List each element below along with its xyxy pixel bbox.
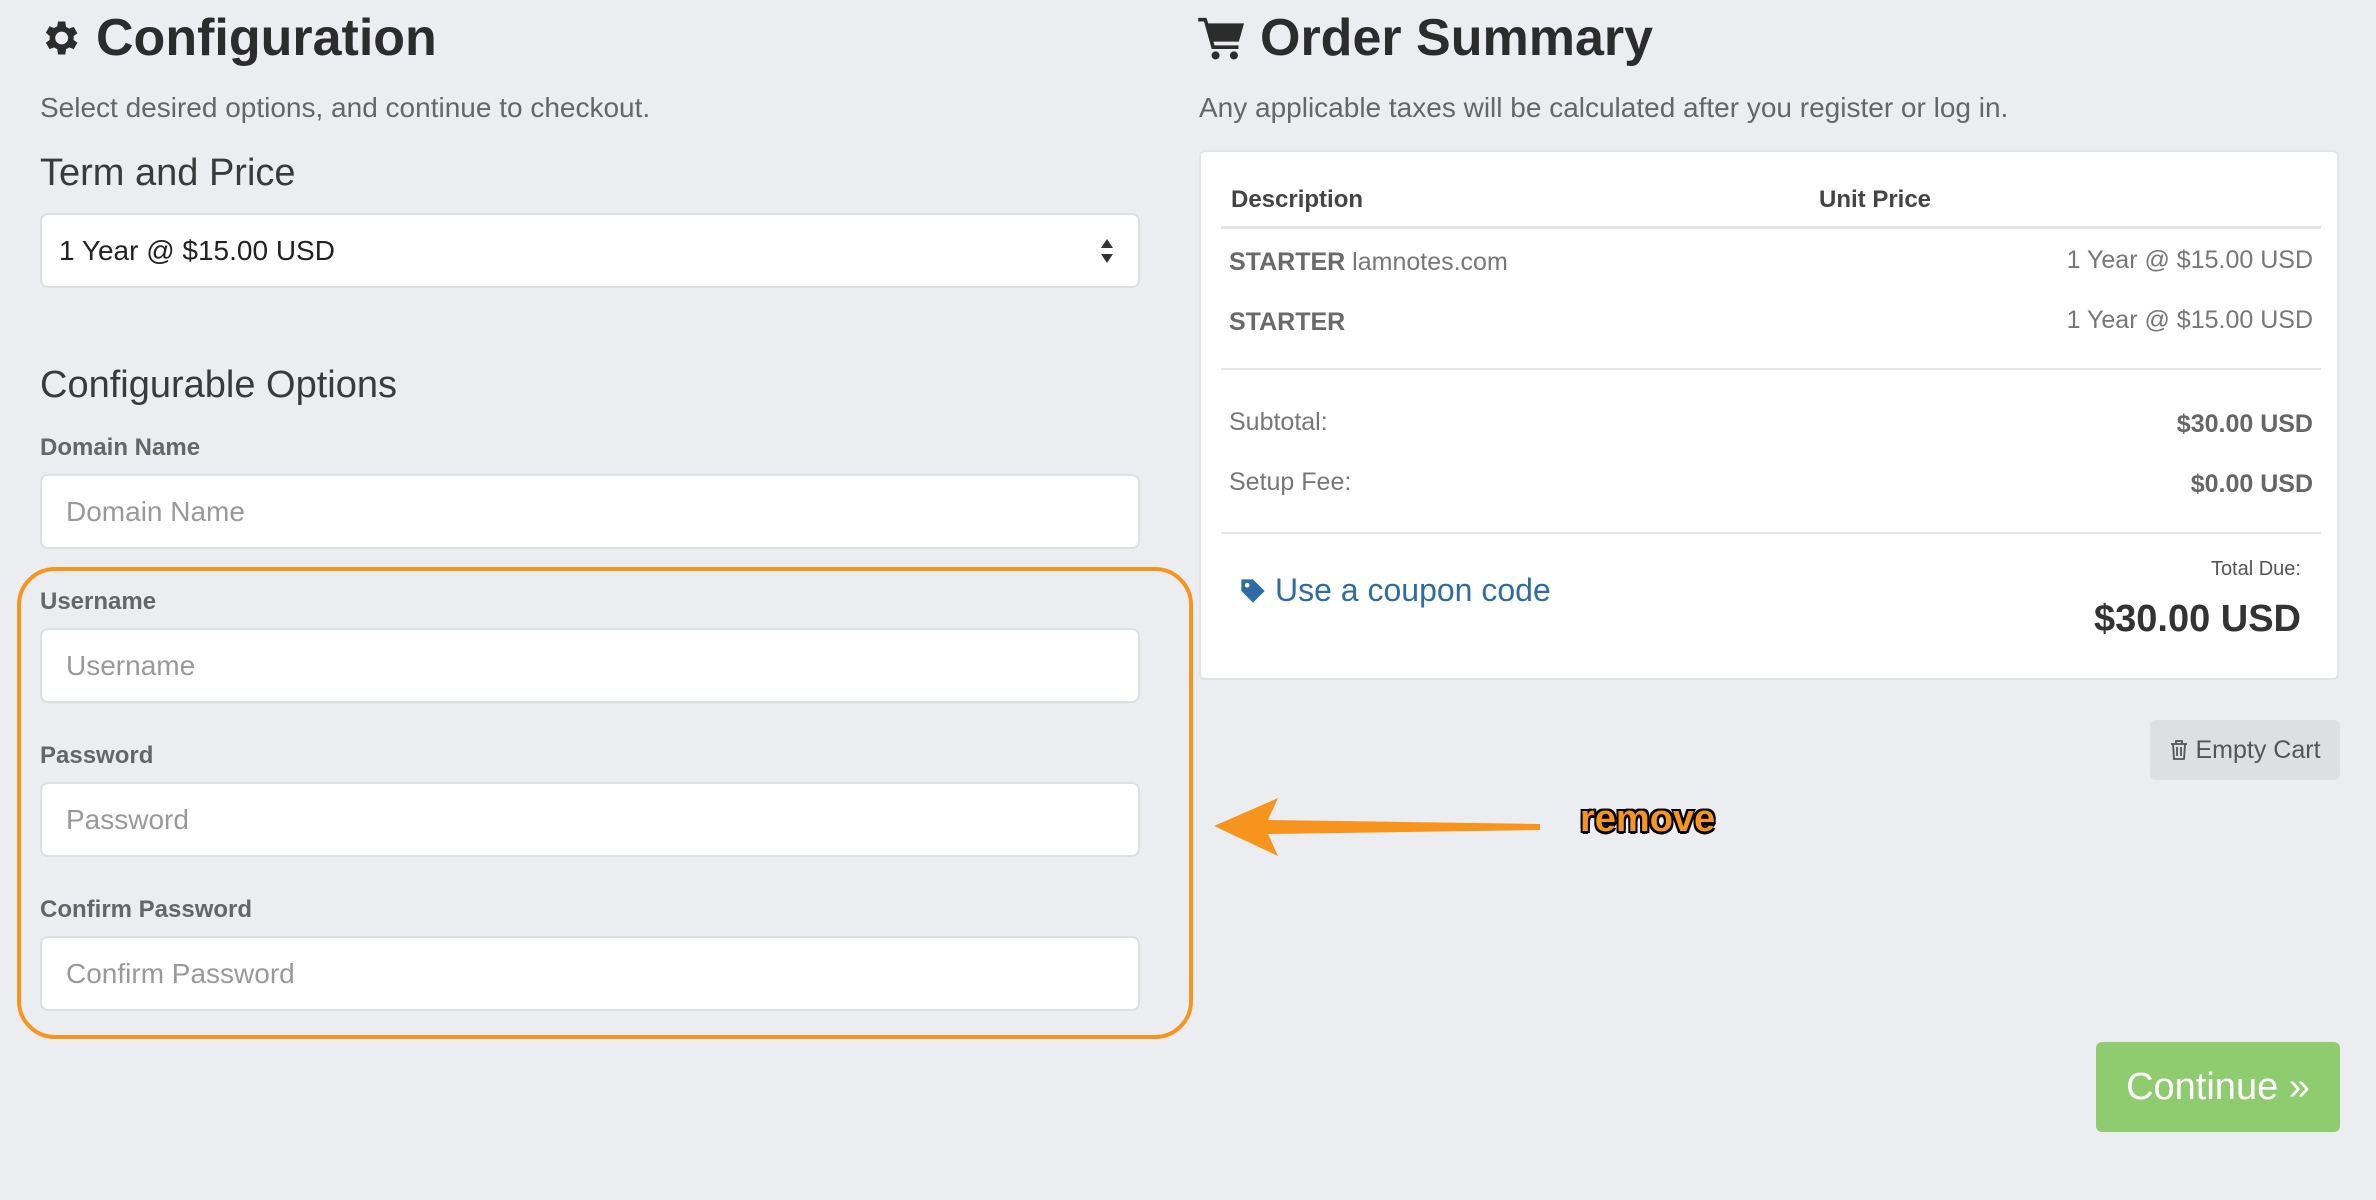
header-divider <box>1221 226 2321 229</box>
continue-button[interactable]: Continue » <box>2096 1042 2340 1132</box>
items-divider <box>1221 368 2321 370</box>
domain-name-input[interactable]: Domain Name <box>40 474 1140 549</box>
column-description: Description <box>1231 186 1364 213</box>
line-item-product: STARTER <box>1229 308 1346 336</box>
order-summary-subtitle: Any applicable taxes will be calculated … <box>1199 92 2009 123</box>
term-select[interactable]: 1 Year @ $15.00 USD <box>40 213 1140 288</box>
order-summary-panel: Description Unit Price STARTER lamnotes.… <box>1199 150 2339 680</box>
continue-label: Continue » <box>2126 1065 2310 1108</box>
setup-fee-label: Setup Fee: <box>1229 468 1352 496</box>
totals-divider <box>1221 532 2321 534</box>
total-due-label: Total Due: <box>2210 558 2301 580</box>
trash-icon <box>2171 740 2188 760</box>
domain-name-label: Domain Name <box>40 434 201 461</box>
domain-name-placeholder: Domain Name <box>66 495 245 527</box>
setup-fee-value: $0.00 USD <box>2190 470 2313 498</box>
subtotal-label: Subtotal: <box>1229 408 1328 436</box>
tag-icon <box>1241 578 1265 603</box>
total-due-value: $30.00 USD <box>2093 598 2301 640</box>
line-item-price: 1 Year @ $15.00 USD <box>2066 306 2313 334</box>
highlight-box <box>17 567 1193 1039</box>
configuration-heading: Configuration <box>38 8 437 68</box>
empty-cart-label: Empty Cart <box>2195 735 2321 764</box>
coupon-link[interactable]: Use a coupon code <box>1239 572 1551 609</box>
line-item-detail: lamnotes.com <box>1352 248 1508 276</box>
column-unit-price: Unit Price <box>1819 186 1932 213</box>
order-summary-heading: Order Summary <box>1198 8 1653 68</box>
arrow-left-icon <box>1214 798 1540 856</box>
select-arrows-icon <box>1100 237 1114 265</box>
configurable-options-heading: Configurable Options <box>40 364 397 406</box>
coupon-link-label: Use a coupon code <box>1275 572 1551 608</box>
annotation-text: remove <box>1580 798 1716 840</box>
empty-cart-button[interactable]: Empty Cart <box>2150 720 2340 780</box>
order-summary-title: Order Summary <box>1260 9 1654 67</box>
line-item-product: STARTER <box>1229 248 1346 276</box>
line-item: STARTER <box>1229 308 1345 337</box>
cart-icon <box>1198 17 1244 60</box>
line-item-price: 1 Year @ $15.00 USD <box>2066 246 2313 274</box>
subtotal-value: $30.00 USD <box>2176 410 2313 438</box>
gear-icon <box>45 21 78 55</box>
configuration-title: Configuration <box>96 9 437 67</box>
configuration-subtitle: Select desired options, and continue to … <box>40 92 651 123</box>
term-heading: Term and Price <box>40 152 296 194</box>
line-item: STARTER lamnotes.com <box>1229 248 1508 277</box>
term-select-value: 1 Year @ $15.00 USD <box>59 234 335 266</box>
